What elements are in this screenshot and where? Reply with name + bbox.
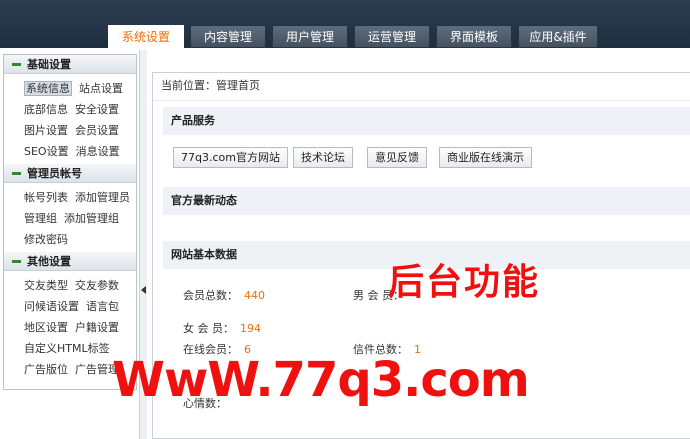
sidebar-item-friend-params[interactable]: 交友参数 [75,279,119,292]
sidebar: 基础设置 系统信息 站点设置 底部信息 安全设置 图片设置 会员设置 SEO设置 消息设… [3,54,137,390]
sidebar-item-friend-types[interactable]: 交友类型 [24,279,68,292]
section-product-services-title: 产品服务 [163,107,690,135]
sidebar-item-seo-settings[interactable]: SEO设置 [24,145,69,158]
official-site-button[interactable]: 77q3.com官方网站 [173,147,288,168]
section-official-news-title: 官方最新动态 [163,187,690,215]
tab-system-settings[interactable]: 系统设置 [108,25,184,48]
site-url-watermark: WwW.77q3.com [112,352,530,408]
sidebar-item-add-admin-group[interactable]: 添加管理组 [64,212,119,225]
sidebar-item-add-admin[interactable]: 添加管理员 [75,191,130,204]
sidebar-item-custom-html-tags[interactable]: 自定义HTML标签 [24,342,110,355]
sidebar-group-other-settings[interactable]: 其他设置 [4,252,136,271]
sidebar-item-change-password[interactable]: 修改密码 [24,233,68,246]
tech-forum-button[interactable]: 技术论坛 [293,147,353,168]
collapse-minus-icon[interactable] [12,259,21,263]
sidebar-item-site-settings[interactable]: 站点设置 [79,82,123,95]
top-navigation-bar: 系统设置 内容管理 用户管理 运营管理 界面模板 应用&插件 [0,0,690,48]
collapse-left-arrow-icon[interactable] [141,286,146,294]
commercial-demo-button[interactable]: 商业版在线演示 [439,147,532,168]
sidebar-group-admin-accounts[interactable]: 管理员帐号 [4,164,136,183]
feedback-button[interactable]: 意见反馈 [367,147,427,168]
sidebar-item-system-info[interactable]: 系统信息 [24,81,72,96]
stat-total-members: 会员总数： 440 [183,289,265,302]
tab-content-management[interactable]: 内容管理 [190,25,266,48]
nav-tabs: 系统设置 内容管理 用户管理 运营管理 界面模板 应用&插件 [108,25,598,48]
tab-operations-management[interactable]: 运营管理 [354,25,430,48]
tab-user-management[interactable]: 用户管理 [272,25,348,48]
sidebar-item-member-settings[interactable]: 会员设置 [75,124,119,137]
tab-apps-plugins[interactable]: 应用&插件 [518,25,598,48]
sidebar-item-footer-info[interactable]: 底部信息 [24,103,68,116]
sidebar-group-basic-settings[interactable]: 基础设置 [4,55,136,74]
sidebar-item-admin-groups[interactable]: 管理组 [24,212,57,225]
stat-female-members: 女 会 员： 194 [183,322,261,335]
sidebar-item-household-settings[interactable]: 户籍设置 [75,321,119,334]
sidebar-item-greetings[interactable]: 问候语设置 [24,300,79,313]
sidebar-item-language-pack[interactable]: 语言包 [86,300,119,313]
sidebar-item-message-settings[interactable]: 消息设置 [76,145,120,158]
tab-interface-templates[interactable]: 界面模板 [436,25,512,48]
sidebar-item-ad-slots[interactable]: 广告版位 [24,363,68,376]
sidebar-item-security-settings[interactable]: 安全设置 [75,103,119,116]
sidebar-item-account-list[interactable]: 帐号列表 [24,191,68,204]
collapse-minus-icon[interactable] [12,62,21,66]
collapse-minus-icon[interactable] [12,171,21,175]
sidebar-item-image-settings[interactable]: 图片设置 [24,124,68,137]
feature-overlay-text: 后台功能 [388,262,541,303]
breadcrumb: 当前位置：管理首页 [153,73,690,101]
sidebar-item-region-settings[interactable]: 地区设置 [24,321,68,334]
